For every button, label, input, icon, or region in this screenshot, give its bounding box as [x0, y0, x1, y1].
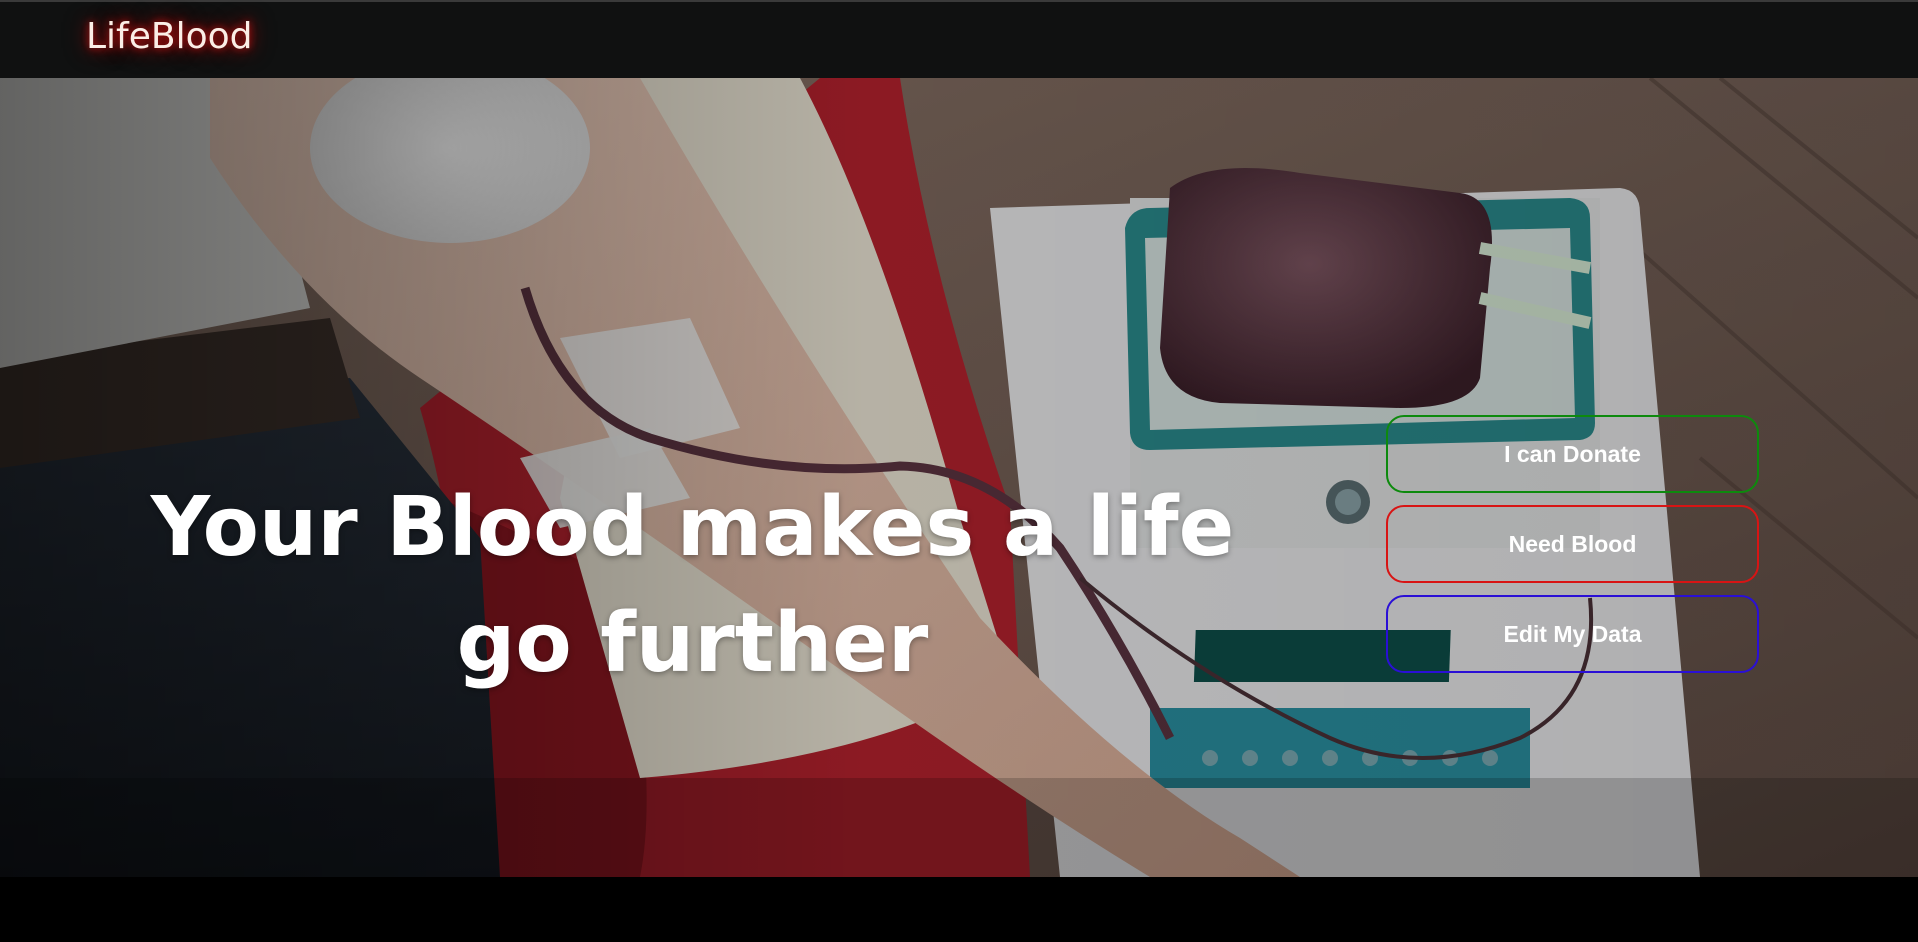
i-can-donate-button[interactable]: I can Donate — [1386, 415, 1759, 493]
navbar: LifeBlood — [0, 0, 1918, 78]
need-blood-button[interactable]: Need Blood — [1386, 505, 1759, 583]
edit-my-data-button[interactable]: Edit My Data — [1386, 595, 1759, 673]
brand-logo[interactable]: LifeBlood — [86, 16, 252, 57]
footer-band — [0, 877, 1918, 942]
hero-headline: Your Blood makes a life go further — [150, 480, 1235, 691]
